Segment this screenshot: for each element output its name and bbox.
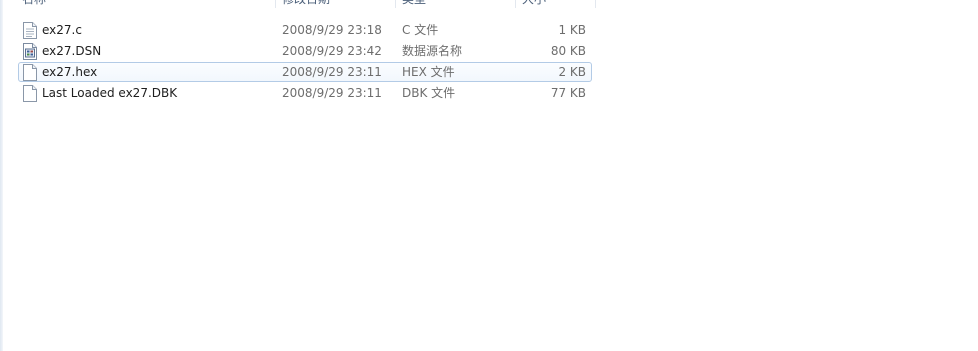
file-name: Last Loaded ex27.DBK: [42, 86, 178, 100]
text-file-icon: [23, 22, 37, 39]
file-name: ex27.c: [42, 23, 82, 37]
file-date: 2008/9/29 23:18: [282, 23, 382, 37]
blank-file-icon: [23, 85, 37, 102]
file-size: 2 KB: [558, 65, 586, 79]
file-row[interactable]: ex27.c 2008/9/29 23:18 C 文件 1 KB: [18, 20, 592, 40]
blank-file-icon: [23, 64, 37, 81]
file-row[interactable]: ex27.DSN 2008/9/29 23:42 数据源名称 80 KB: [18, 41, 592, 61]
dsn-file-icon: [23, 43, 37, 60]
pane-left-border: [0, 0, 3, 351]
column-divider[interactable]: [395, 0, 396, 8]
file-type: DBK 文件: [402, 86, 456, 100]
file-date: 2008/9/29 23:11: [282, 65, 382, 79]
file-row[interactable]: Last Loaded ex27.DBK 2008/9/29 23:11 DBK…: [18, 83, 592, 103]
file-size: 77 KB: [550, 86, 586, 100]
column-divider[interactable]: [515, 0, 516, 8]
file-name: ex27.hex: [42, 65, 98, 79]
column-header-name[interactable]: 名称: [22, 0, 272, 9]
column-header-bar: 名称 修改日期 类型 大小: [0, 0, 598, 9]
file-list-pane[interactable]: 名称 修改日期 类型 大小 ex27.c 2008/9/29 23:18: [0, 0, 978, 351]
file-date: 2008/9/29 23:42: [282, 44, 382, 58]
file-type: HEX 文件: [402, 65, 455, 79]
file-size: 1 KB: [558, 23, 586, 37]
column-header-date[interactable]: 修改日期: [282, 0, 392, 9]
file-date: 2008/9/29 23:11: [282, 86, 382, 100]
column-divider[interactable]: [595, 0, 596, 8]
column-header-type[interactable]: 类型: [402, 0, 512, 9]
file-type: C 文件: [402, 23, 439, 37]
file-row-selected[interactable]: ex27.hex 2008/9/29 23:11 HEX 文件 2 KB: [18, 62, 592, 82]
file-name: ex27.DSN: [42, 44, 102, 58]
file-type: 数据源名称: [402, 44, 463, 58]
file-size: 80 KB: [550, 44, 586, 58]
column-divider[interactable]: [275, 0, 276, 8]
column-header-size[interactable]: 大小: [522, 0, 592, 9]
